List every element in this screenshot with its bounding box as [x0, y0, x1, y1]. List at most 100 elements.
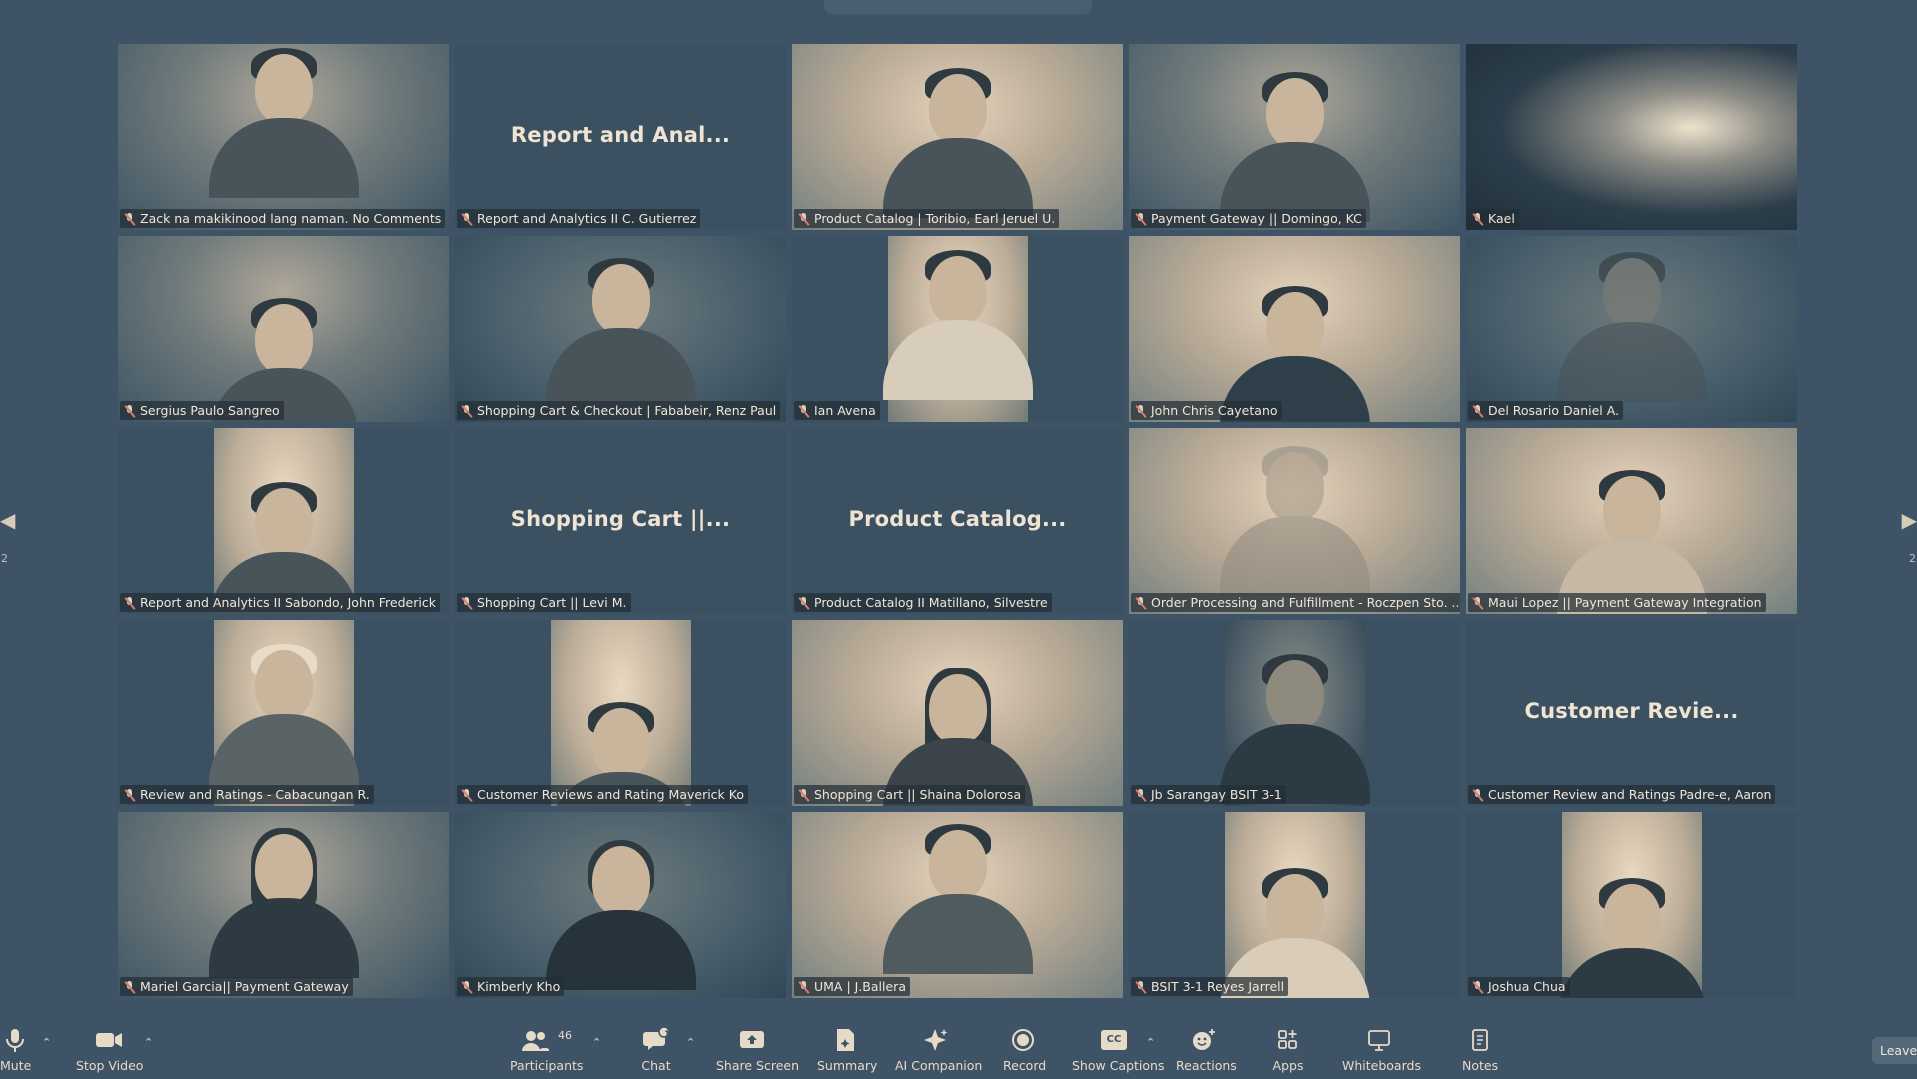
participant-tile[interactable]: Customer Reviews and Rating Maverick Ko	[455, 620, 786, 806]
participant-tile[interactable]: Ian Avena	[792, 236, 1123, 422]
participant-name: BSIT 3-1 Reyes Jarrell	[1151, 979, 1285, 994]
participant-video	[204, 48, 364, 230]
participant-display-title: Report and Anal...	[510, 123, 731, 148]
mic-muted-icon	[798, 980, 809, 993]
participant-tile[interactable]: UMA | J.Ballera	[792, 812, 1123, 998]
video-camera-icon	[96, 1033, 122, 1047]
participant-tile[interactable]: Sergius Paulo Sangreo	[118, 236, 449, 422]
notes-button[interactable]: Notes	[1462, 1027, 1498, 1073]
mic-muted-icon	[461, 596, 472, 609]
participant-tile[interactable]: Jb Sarangay BSIT 3-1	[1129, 620, 1460, 806]
participant-name: Customer Review and Ratings Padre-e, Aar…	[1488, 787, 1772, 802]
participant-name: Customer Reviews and Rating Maverick Ko	[477, 787, 744, 802]
record-button[interactable]: Record	[1003, 1027, 1046, 1073]
mute-button[interactable]: Mute	[0, 1027, 32, 1073]
participants-label: Participants	[510, 1058, 584, 1073]
participant-name-tag: Order Processing and Fulfillment - Roczp…	[1131, 593, 1460, 612]
mic-muted-icon	[1135, 980, 1146, 993]
participant-name: Zack na makikinood lang naman. No Commen…	[140, 211, 442, 226]
leave-button[interactable]: Leave	[1872, 1037, 1917, 1064]
mic-muted-icon	[461, 404, 472, 417]
participant-tile[interactable]: BSIT 3-1 Reyes Jarrell	[1129, 812, 1460, 998]
mic-muted-icon	[461, 212, 472, 225]
participant-name: Product Catalog | Toribio, Earl Jeruel U…	[814, 211, 1056, 226]
participant-tile[interactable]: Customer Revie... Customer Review and Ra…	[1466, 620, 1797, 806]
participant-tile[interactable]: Kael	[1466, 44, 1797, 230]
ai-companion-button[interactable]: AI Companion	[895, 1027, 982, 1073]
participant-name-tag: Report and Analytics II C. Gutierrez	[457, 209, 701, 228]
participant-tile[interactable]: John Chris Cayetano	[1129, 236, 1460, 422]
mic-muted-icon	[124, 788, 135, 801]
next-page-arrow-icon[interactable]: ▶	[1902, 508, 1917, 532]
participant-video	[1552, 252, 1712, 422]
participant-tile[interactable]: Kimberly Kho	[455, 812, 786, 998]
mic-muted-icon	[798, 212, 809, 225]
audio-options-chevron-icon[interactable]: ⌃	[42, 1036, 51, 1049]
share-screen-button[interactable]: Share Screen	[716, 1027, 799, 1073]
participant-name: Maui Lopez || Payment Gateway Integratio…	[1488, 595, 1762, 610]
participant-tile[interactable]: Report and Anal... Report and Analytics …	[455, 44, 786, 230]
participant-tile[interactable]: Del Rosario Daniel A.	[1466, 236, 1797, 422]
participant-tile[interactable]: Maui Lopez || Payment Gateway Integratio…	[1466, 428, 1797, 614]
participant-tile[interactable]: Product Catalog | Toribio, Earl Jeruel U…	[792, 44, 1123, 230]
participant-tile[interactable]: Joshua Chua	[1466, 812, 1797, 998]
participant-tile[interactable]: Zack na makikinood lang naman. No Commen…	[118, 44, 449, 230]
whiteboards-label: Whiteboards	[1342, 1058, 1421, 1073]
participant-name: Product Catalog II Matillano, Silvestre	[814, 595, 1048, 610]
apps-grid-icon	[1278, 1030, 1297, 1049]
participant-video	[878, 824, 1038, 998]
video-gallery: Zack na makikinood lang naman. No Commen…	[118, 44, 1797, 998]
reactions-button[interactable]: Reactions	[1176, 1027, 1237, 1073]
participants-options-chevron-icon[interactable]: ⌃	[592, 1036, 601, 1049]
mic-muted-icon	[798, 596, 809, 609]
participant-display-title: Product Catalog...	[848, 507, 1067, 532]
participant-name: Payment Gateway || Domingo, KC	[1151, 211, 1362, 226]
participant-video	[1556, 812, 1707, 998]
page-indicator-left: 2	[1, 552, 8, 565]
participant-tile[interactable]: Shopping Cart || Shaina Dolorosa	[792, 620, 1123, 806]
mic-muted-icon	[124, 980, 135, 993]
participant-name-tag: John Chris Cayetano	[1131, 401, 1282, 420]
notes-icon	[1472, 1029, 1488, 1051]
mute-label: Mute	[0, 1058, 32, 1073]
participant-video	[1215, 446, 1375, 614]
mic-muted-icon	[1472, 596, 1483, 609]
mic-muted-icon	[1135, 788, 1146, 801]
participant-tile[interactable]: Product Catalog... Product Catalog II Ma…	[792, 428, 1123, 614]
participant-tile[interactable]: Order Processing and Fulfillment - Roczp…	[1129, 428, 1460, 614]
whiteboards-button[interactable]: Whiteboards	[1342, 1027, 1421, 1073]
apps-button[interactable]: Apps	[1271, 1027, 1305, 1073]
participant-name: Order Processing and Fulfillment - Roczp…	[1151, 595, 1460, 610]
participant-name: Shopping Cart || Shaina Dolorosa	[814, 787, 1022, 802]
mic-muted-icon	[1472, 980, 1483, 993]
participant-video	[541, 840, 701, 998]
participant-name: Mariel Garcia|| Payment Gateway	[140, 979, 349, 994]
participant-tile[interactable]: Mariel Garcia|| Payment Gateway	[118, 812, 449, 998]
participant-tile[interactable]: Payment Gateway || Domingo, KC	[1129, 44, 1460, 230]
mic-muted-icon	[1135, 404, 1146, 417]
participant-name-tag: Kimberly Kho	[457, 977, 565, 996]
participant-tile[interactable]: Shopping Cart ||... Shopping Cart || Lev…	[455, 428, 786, 614]
previous-page-arrow-icon[interactable]: ◀	[0, 508, 15, 532]
show-captions-button[interactable]: CC Show Captions	[1072, 1027, 1164, 1073]
mic-muted-icon	[461, 980, 472, 993]
participant-tile[interactable]: Report and Analytics II Sabondo, John Fr…	[118, 428, 449, 614]
video-options-chevron-icon[interactable]: ⌃	[144, 1036, 153, 1049]
stop-video-button[interactable]: Stop Video	[76, 1027, 143, 1073]
participant-name: John Chris Cayetano	[1151, 403, 1278, 418]
participant-name: Kimberly Kho	[477, 979, 561, 994]
participant-tile[interactable]: Review and Ratings - Cabacungan R.	[118, 620, 449, 806]
chat-options-chevron-icon[interactable]: ⌃	[686, 1036, 695, 1049]
mic-muted-icon	[124, 212, 135, 225]
participant-display-title: Shopping Cart ||...	[510, 507, 731, 532]
closed-captions-icon: CC	[1101, 1030, 1127, 1050]
mic-muted-icon	[798, 788, 809, 801]
top-drag-handle[interactable]	[824, 0, 1092, 14]
participant-name: Joshua Chua	[1488, 979, 1566, 994]
participant-tile[interactable]: Shopping Cart & Checkout | Fababeir, Ren…	[455, 236, 786, 422]
smiley-add-icon	[1193, 1029, 1215, 1050]
mic-muted-icon	[1472, 404, 1483, 417]
summary-button[interactable]: Summary	[817, 1027, 877, 1073]
captions-options-chevron-icon[interactable]: ⌃	[1146, 1036, 1155, 1049]
chat-unread-badge: 1	[664, 1030, 671, 1040]
